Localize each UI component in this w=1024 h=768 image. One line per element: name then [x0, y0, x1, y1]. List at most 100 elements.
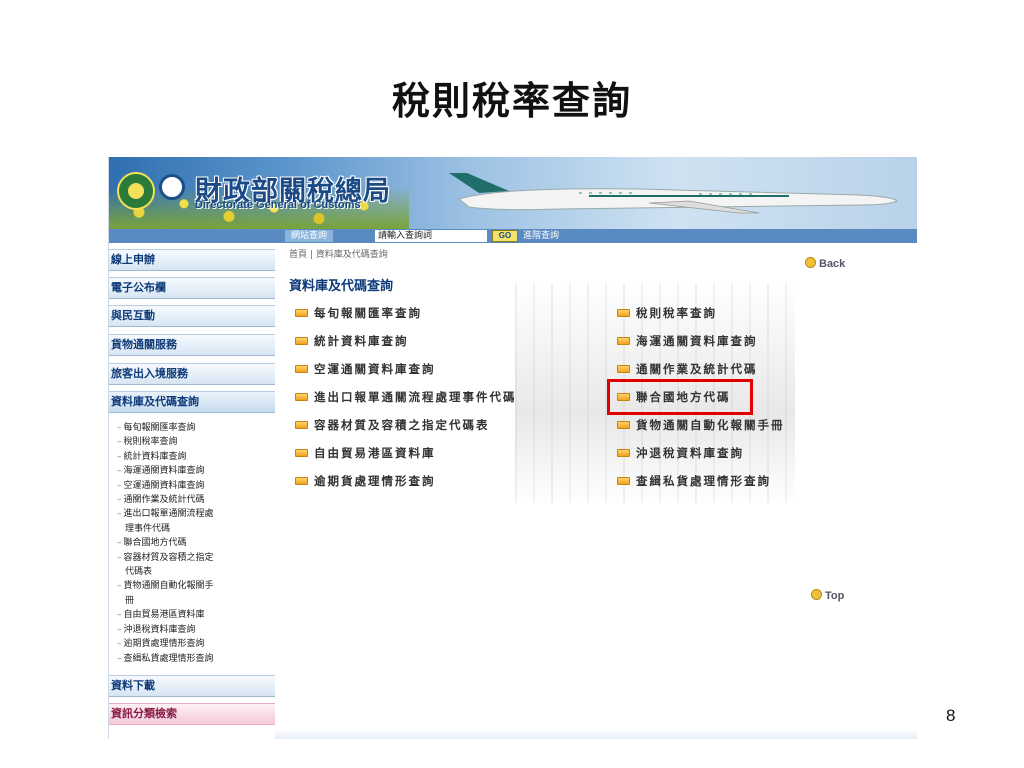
- submenu-item-label: 每旬報關匯率查詢: [123, 423, 196, 433]
- folder-icon: [617, 421, 630, 429]
- folder-icon: [617, 477, 630, 485]
- query-link-label: 貨物通關自動化報關手冊: [636, 418, 785, 432]
- submenu-item[interactable]: – 沖退稅資料庫查詢: [117, 623, 275, 637]
- submenu-item-label: 查緝私貨處理情形查詢: [123, 653, 214, 664]
- left-sidebar: 線上申辦 電子公布欄 與民互動 貨物通關服務 旅客出入境服務 資料庫及代碼查詢 …: [109, 245, 275, 739]
- submenu-item-continuation[interactable]: 理事件代碼: [117, 522, 275, 536]
- query-link-tariff[interactable]: 稅則稅率查詢: [617, 305, 717, 321]
- query-link[interactable]: 統計資料庫查詢: [295, 333, 409, 349]
- submenu-item[interactable]: – 聯合國地方代碼: [117, 536, 275, 550]
- page-number: 8: [946, 706, 956, 725]
- sidebar-item-cargo-clearance[interactable]: 貨物通關服務: [109, 334, 275, 356]
- query-link-label: 空運通關資料庫查詢: [314, 362, 436, 376]
- airplane-image: [449, 173, 898, 214]
- submenu-item[interactable]: – 進出口報單通關流程處: [117, 507, 275, 521]
- submenu-item[interactable]: – 查緝私貨處理情形查詢: [117, 652, 275, 666]
- folder-icon: [295, 337, 308, 345]
- page-bottom-edge: [275, 729, 917, 739]
- submenu-item-continuation[interactable]: 代碼表: [117, 565, 275, 579]
- dash-bullet: –: [117, 538, 122, 549]
- folder-icon: [295, 477, 308, 485]
- folder-icon: [295, 309, 308, 317]
- sidebar-item-interaction[interactable]: 與民互動: [109, 305, 275, 327]
- dash-bullet: –: [117, 466, 122, 477]
- dash-bullet: –: [117, 495, 122, 506]
- query-link-label: 沖退稅資料庫查詢: [636, 446, 744, 460]
- search-input[interactable]: 請輸入查詢詞: [375, 230, 487, 242]
- advanced-search-link[interactable]: 進階查詢: [523, 230, 559, 242]
- submenu-item-label: 沖退稅資料庫查詢: [123, 624, 196, 635]
- submenu-item[interactable]: – 稅則稅率查詢: [117, 435, 275, 449]
- submenu-item-label: 自由貿易港區資料庫: [123, 610, 205, 621]
- submenu-item-continuation[interactable]: 冊: [117, 594, 275, 608]
- site-logo-english: Directorate General of Customs: [195, 199, 361, 211]
- sidebar-item-online-application[interactable]: 線上申辦: [109, 249, 275, 271]
- submenu-item[interactable]: – 空運通關資料庫查詢: [117, 479, 275, 493]
- folder-icon: [295, 421, 308, 429]
- submenu-item-label: 統計資料庫查詢: [123, 451, 187, 462]
- sidebar-item-bulletin[interactable]: 電子公布欄: [109, 277, 275, 299]
- site-search-tab[interactable]: 網站查詢: [285, 230, 334, 242]
- query-link-label: 容器材質及容積之指定代碼表: [314, 418, 490, 432]
- query-link[interactable]: 空運通關資料庫查詢: [295, 361, 436, 377]
- folder-icon: [617, 449, 630, 457]
- submenu-item-label: 貨物通關自動化報關手: [123, 581, 214, 592]
- query-link[interactable]: 逾期貨處理情形查詢: [295, 473, 436, 489]
- dash-bullet: –: [117, 581, 122, 592]
- main-content: 首頁 | 資料庫及代碼查詢 Back 資料庫及代碼查詢 每旬報關匯率查詢 統計資…: [275, 243, 917, 739]
- query-link[interactable]: 查緝私貨處理情形查詢: [617, 473, 771, 489]
- folder-icon: [295, 365, 308, 373]
- query-link[interactable]: 容器材質及容積之指定代碼表: [295, 417, 490, 433]
- highlight-box: [607, 379, 753, 415]
- submenu-item[interactable]: – 容器材質及容積之指定: [117, 551, 275, 565]
- top-button[interactable]: Top: [811, 589, 844, 602]
- dash-bullet: –: [117, 437, 122, 448]
- query-link[interactable]: 自由貿易港區資料庫: [295, 445, 436, 461]
- query-link[interactable]: 每旬報關匯率查詢: [295, 305, 422, 321]
- folder-icon: [617, 365, 630, 373]
- dash-bullet: –: [117, 509, 122, 520]
- dash-bullet: –: [117, 451, 122, 462]
- submenu-item[interactable]: – 每旬報關匯率查詢: [117, 421, 275, 435]
- submenu-item[interactable]: – 貨物通關自動化報關手: [117, 579, 275, 593]
- dash-bullet: –: [117, 639, 122, 650]
- sidebar-item-info-classification[interactable]: 資訊分類檢索: [109, 703, 275, 725]
- dash-bullet: –: [117, 624, 122, 635]
- query-link-label: 進出口報單通關流程處理事件代碼: [314, 390, 517, 404]
- query-link-label: 稅則稅率查詢: [636, 306, 717, 320]
- submenu-item[interactable]: – 通關作業及統計代碼: [117, 493, 275, 507]
- folder-icon: [295, 393, 308, 401]
- sidebar-submenu: – 每旬報關匯率查詢 – 稅則稅率查詢 – 統計資料庫查詢 – 海運通關資料庫查詢 – 空…: [117, 421, 275, 666]
- dash-bullet: –: [117, 552, 122, 563]
- slide-title: 稅則稅率查詢: [391, 78, 632, 123]
- submenu-item[interactable]: – 統計資料庫查詢: [117, 450, 275, 464]
- top-label: Top: [825, 590, 845, 602]
- submenu-item-label: 通關作業及統計代碼: [123, 495, 205, 506]
- query-link-label: 逾期貨處理情形查詢: [314, 474, 436, 488]
- submenu-item-label: 逾期貨處理情形查詢: [123, 639, 205, 650]
- query-link-label: 統計資料庫查詢: [314, 334, 409, 348]
- submenu-item[interactable]: – 逾期貨處理情形查詢: [117, 637, 275, 651]
- customs-seal-icon: [117, 172, 155, 210]
- go-button[interactable]: GO: [492, 230, 518, 242]
- sidebar-item-traveler-services[interactable]: 旅客出入境服務: [109, 363, 275, 385]
- search-bar: 網站查詢 請輸入查詢詞 GO 進階查詢: [109, 229, 917, 243]
- query-link-label: 查緝私貨處理情形查詢: [636, 474, 771, 488]
- query-link[interactable]: 沖退稅資料庫查詢: [617, 445, 744, 461]
- sidebar-item-database-query[interactable]: 資料庫及代碼查詢: [109, 391, 275, 413]
- wheel-logo-icon: [159, 174, 185, 200]
- dash-bullet: –: [117, 653, 122, 664]
- dash-bullet: –: [117, 480, 122, 491]
- sidebar-item-downloads[interactable]: 資料下載: [109, 675, 275, 697]
- query-link[interactable]: 海運通關資料庫查詢: [617, 333, 758, 349]
- submenu-item[interactable]: – 海運通關資料庫查詢: [117, 464, 275, 478]
- submenu-item-label: 進出口報單通關流程處: [123, 509, 214, 520]
- query-link-label: 每旬報關匯率查詢: [314, 306, 422, 320]
- query-link[interactable]: 通關作業及統計代碼: [617, 361, 758, 377]
- query-link[interactable]: 貨物通關自動化報關手冊: [617, 417, 785, 433]
- submenu-item[interactable]: – 自由貿易港區資料庫: [117, 608, 275, 622]
- submenu-item-label: 容器材質及容積之指定: [123, 552, 214, 563]
- query-link-label: 海運通關資料庫查詢: [636, 334, 758, 348]
- query-link[interactable]: 進出口報單通關流程處理事件代碼: [295, 389, 517, 405]
- website-screenshot: 財政部關稅總局 Directorate General of Customs 網…: [108, 157, 917, 739]
